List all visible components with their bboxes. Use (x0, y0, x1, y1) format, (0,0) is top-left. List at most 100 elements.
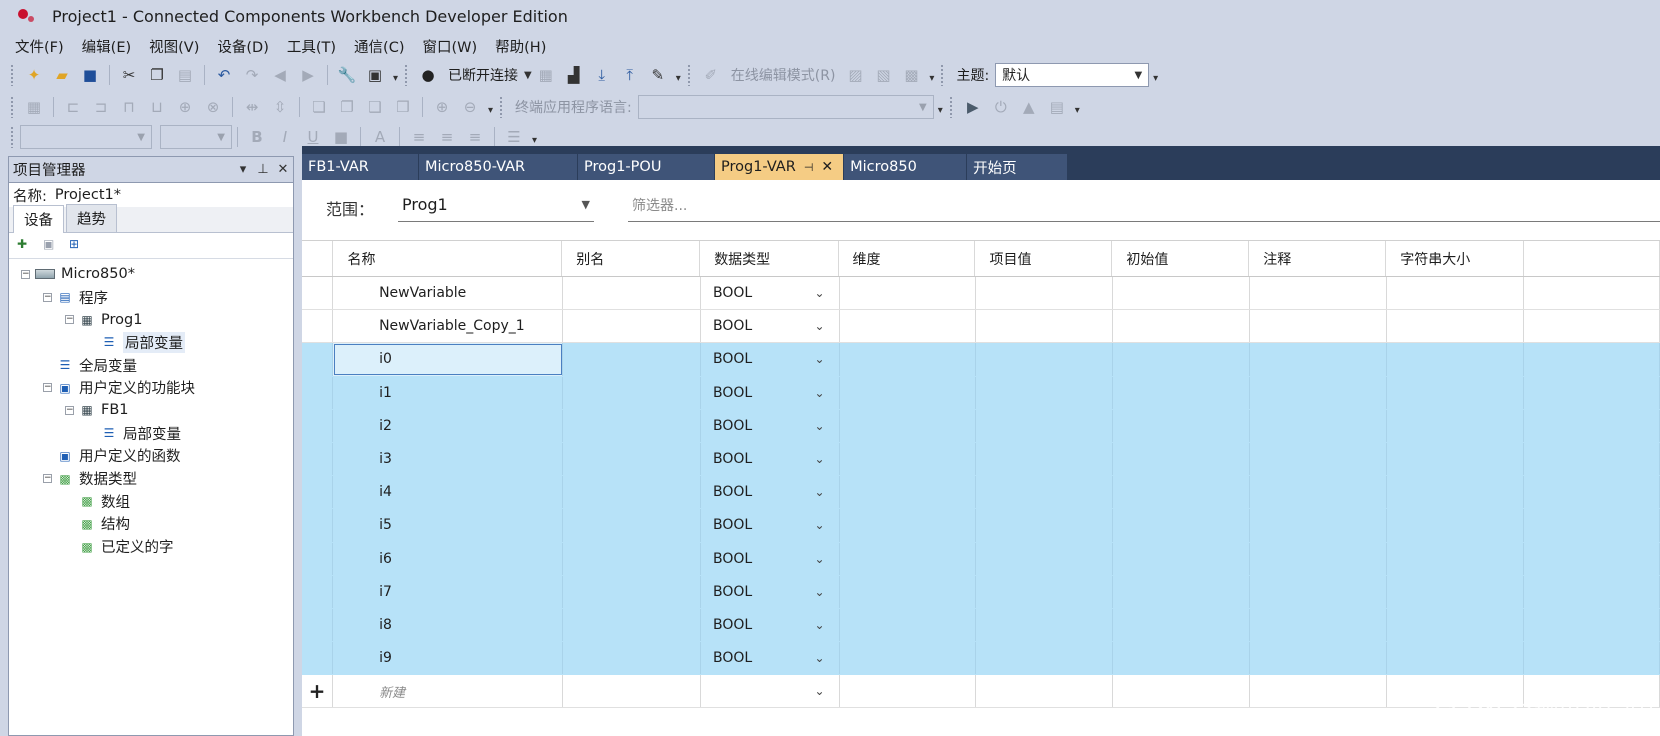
tree-node[interactable]: ☰ 全局变量 (9, 354, 293, 377)
grid-cell[interactable] (976, 376, 1114, 409)
grid-cell[interactable] (840, 476, 977, 509)
document-tab[interactable]: FB1-VAR (302, 154, 418, 180)
grid-cell[interactable] (976, 476, 1114, 509)
align-middle-icon[interactable]: ⊕ (173, 95, 197, 119)
grid-cell[interactable] (1113, 575, 1250, 608)
grid-cell[interactable] (1387, 542, 1525, 575)
tree-node[interactable]: − ▩ 数据类型 (9, 467, 293, 490)
document-tab[interactable]: Micro850 (844, 154, 967, 180)
clean-icon[interactable]: ✎ (646, 63, 670, 87)
grid-cell[interactable] (976, 675, 1114, 708)
grid-cell[interactable] (1250, 277, 1387, 310)
tree-view-icon[interactable]: ⊞ (69, 237, 87, 255)
column-header[interactable]: 初始值 (1112, 241, 1250, 276)
variable-row[interactable]: i9 BOOL ⌄ (302, 642, 1660, 676)
variable-row[interactable]: i1 BOOL ⌄ (302, 376, 1660, 410)
toolbar-overflow-icon[interactable]: ▾ (929, 73, 934, 84)
grid-cell[interactable] (1250, 409, 1387, 442)
column-header[interactable]: 字符串大小 (1386, 241, 1525, 276)
grid-cell[interactable] (1524, 442, 1660, 476)
scope-select[interactable]: Prog1 ▼ (398, 188, 594, 222)
name-cell[interactable]: i0 (333, 343, 564, 376)
theme-select[interactable]: 默认 ▼ (995, 63, 1150, 87)
redo-icon[interactable]: ↷ (240, 63, 264, 87)
navigate-forward-icon[interactable]: ▶ (296, 63, 320, 87)
toolbar-grip[interactable] (404, 64, 409, 86)
grid-cell[interactable] (1113, 343, 1250, 376)
toolbar-grip[interactable] (10, 96, 14, 118)
data-type-cell[interactable]: BOOL ⌄ (701, 409, 840, 442)
warning-icon[interactable]: ▲ (1017, 95, 1041, 119)
grid-cell[interactable] (1524, 310, 1660, 343)
grid-cell[interactable] (976, 442, 1114, 476)
grid-cell[interactable] (1113, 476, 1250, 509)
toolbar-overflow-icon[interactable]: ▾ (1153, 73, 1158, 84)
align-center-icon[interactable]: ⊗ (201, 95, 225, 119)
data-type-cell[interactable]: BOOL ⌄ (701, 442, 840, 476)
menu-window[interactable]: 窗口(W) (413, 36, 486, 57)
bring-front-icon[interactable]: ❏ (307, 95, 331, 119)
grid-cell[interactable] (563, 575, 702, 608)
copy-icon[interactable]: ❐ (145, 63, 169, 87)
toolbar-overflow-icon[interactable]: ▾ (488, 105, 493, 116)
test-edits-icon[interactable]: ▧ (871, 63, 895, 87)
grid-cell[interactable] (563, 509, 702, 542)
variable-row[interactable]: NewVariable_Copy_1 BOOL ⌄ (302, 310, 1660, 344)
grid-cell[interactable] (563, 442, 702, 476)
menu-communication[interactable]: 通信(C) (345, 36, 413, 57)
grid-cell[interactable] (563, 608, 702, 642)
grid-cell[interactable] (1524, 343, 1660, 376)
tree-node[interactable]: ☰ 局部变量 (9, 331, 293, 354)
name-cell[interactable]: i9 (333, 642, 564, 675)
name-cell[interactable]: i6 (333, 542, 564, 575)
grid-cell[interactable] (1113, 542, 1250, 575)
online-edit-mode-button[interactable]: 在线编辑模式(R) (731, 65, 836, 85)
chevron-down-icon[interactable]: ⌄ (814, 618, 824, 632)
pin-icon[interactable]: ⊥ (253, 162, 273, 177)
font-size-select[interactable]: ▼ (160, 125, 232, 149)
align-bottom-icon[interactable]: ⊔ (145, 95, 169, 119)
grid-cell[interactable] (840, 675, 977, 708)
chevron-down-icon[interactable]: ⌄ (814, 585, 824, 599)
name-cell[interactable]: i8 (333, 608, 564, 642)
data-type-cell[interactable]: BOOL ⌄ (701, 476, 840, 509)
collapse-icon[interactable]: − (21, 269, 30, 279)
collapse-icon[interactable]: − (43, 292, 52, 302)
grid-cell[interactable] (1387, 442, 1525, 476)
distribute-horizontal-icon[interactable]: ⇹ (240, 95, 264, 119)
open-project-icon[interactable]: ▰ (50, 63, 74, 87)
grid-cell[interactable] (1113, 608, 1250, 642)
tree-node[interactable]: ☰ 局部变量 (9, 422, 293, 445)
grid-cell[interactable] (1524, 608, 1660, 642)
data-type-cell[interactable]: BOOL ⌄ (701, 310, 840, 343)
toolbar-grip[interactable] (940, 64, 945, 86)
column-header[interactable]: 注释 (1249, 241, 1387, 276)
toolbox-icon[interactable]: ▣ (363, 63, 387, 87)
grid-cell[interactable] (1250, 376, 1387, 409)
document-tab[interactable]: Prog1-POU (578, 154, 714, 180)
tree-node[interactable]: ▩ 结构 (9, 513, 293, 536)
grid-cell[interactable] (1387, 642, 1525, 675)
grid-cell[interactable] (1250, 509, 1387, 542)
grid-cell[interactable] (976, 343, 1114, 376)
tree-node[interactable]: − ▦ Prog1 (9, 308, 293, 331)
download-compare-icon[interactable]: ▦ (534, 63, 558, 87)
filter-input[interactable]: 筛选器... (628, 188, 1660, 222)
data-type-cell[interactable]: BOOL ⌄ (701, 376, 840, 409)
column-header[interactable]: 数据类型 (700, 241, 839, 276)
grid-cell[interactable] (976, 310, 1114, 343)
navigate-back-icon[interactable]: ◀ (268, 63, 292, 87)
save-icon[interactable]: ■ (78, 63, 102, 87)
grid-cell[interactable] (1524, 509, 1660, 542)
grid-cell[interactable] (840, 310, 977, 343)
collapse-icon[interactable]: − (65, 315, 74, 325)
force-icon[interactable]: ▤ (1045, 95, 1069, 119)
grid-cell[interactable] (563, 542, 702, 575)
column-header[interactable]: 别名 (562, 241, 701, 276)
grid-cell[interactable] (1113, 509, 1250, 542)
name-cell[interactable]: NewVariable (333, 277, 564, 310)
grid-cell[interactable] (1113, 310, 1250, 343)
menu-tools[interactable]: 工具(T) (278, 36, 345, 57)
font-family-select[interactable]: ▼ (20, 125, 152, 149)
toolbar-overflow-icon[interactable]: ▾ (676, 73, 681, 84)
